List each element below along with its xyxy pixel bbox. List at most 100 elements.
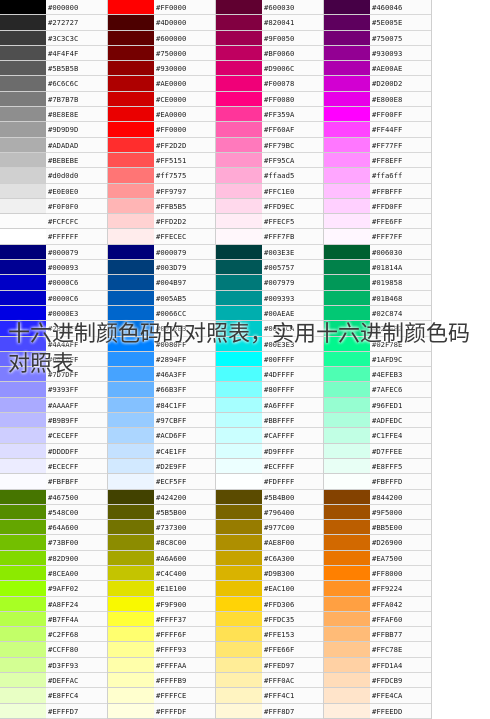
color-code-label: #FF8000: [370, 565, 431, 582]
color-code-label: #ECF5FF: [154, 474, 215, 490]
color-code-label: #64A600: [46, 520, 107, 536]
color-code-label: #ff7575: [154, 168, 215, 184]
color-code-label: #A6A600: [154, 550, 215, 566]
color-cell: #FFF8D7: [216, 703, 324, 719]
color-cell: #5E005E: [324, 15, 432, 31]
color-swatch: [0, 76, 46, 92]
color-swatch: [216, 229, 262, 245]
color-swatch: [216, 642, 262, 658]
color-code-label: #FFBB77: [370, 627, 431, 643]
color-code-label: #EA0000: [154, 107, 215, 123]
color-code-label: #FFA042: [370, 596, 431, 612]
color-cell: #FFC78E: [324, 642, 432, 658]
color-code-label: #C4E1FF: [154, 443, 215, 459]
color-cell: #BBFFFF: [216, 413, 324, 429]
color-swatch: [0, 382, 46, 398]
color-code-label: #796400: [262, 504, 323, 521]
color-cell: #8CEA00: [0, 565, 108, 582]
color-cell: #D200D2: [324, 76, 432, 92]
color-cell: #FFFFB9: [108, 673, 216, 689]
color-swatch: [216, 244, 262, 261]
color-code-label: #BEBEBE: [46, 152, 107, 169]
color-code-label: #B9B9FF: [46, 413, 107, 429]
color-swatch: [324, 45, 370, 62]
color-cell: #005AB5: [108, 290, 216, 306]
color-code-label: #A6FFFF: [262, 397, 323, 414]
color-code-label: #009393: [262, 290, 323, 306]
color-cell: #E800E8: [324, 91, 432, 108]
color-code-label: #844200: [370, 489, 431, 505]
color-cell: #CECEFF: [0, 428, 108, 444]
color-swatch: [216, 627, 262, 643]
color-code-label: #FFF7FF: [370, 229, 431, 245]
color-code-label: #01B468: [370, 290, 431, 306]
color-cell: #FFA042: [324, 596, 432, 612]
color-code-label: #D9B300: [262, 565, 323, 582]
table-row: #ECECFF #D2E9FF #ECFFFF #E8FFF5: [0, 458, 490, 475]
color-swatch: [0, 168, 46, 184]
color-swatch: [108, 107, 154, 123]
color-cell: #FF0000: [108, 0, 216, 16]
color-swatch: [108, 76, 154, 92]
color-cell: #96FED1: [324, 397, 432, 414]
color-cell: #84C1FF: [108, 397, 216, 414]
color-code-label: #BB5E00: [370, 520, 431, 536]
color-cell: #66B3FF: [108, 382, 216, 398]
color-code-label: #FF60AF: [262, 122, 323, 138]
color-code-label: #CECEFF: [46, 428, 107, 444]
color-code-label: #750075: [370, 30, 431, 46]
color-code-label: #FF0000: [154, 0, 215, 16]
table-row: #CECEFF #ACD6FF #CAFFFF #C1FFE4: [0, 428, 490, 444]
color-code-label: #FF9797: [154, 183, 215, 199]
color-code-label: #FFD306: [262, 596, 323, 612]
color-cell: #B9B9FF: [0, 413, 108, 429]
color-swatch: [216, 76, 262, 92]
color-cell: #E1E100: [108, 581, 216, 597]
color-code-label: #C4C400: [154, 565, 215, 582]
color-swatch: [108, 45, 154, 62]
color-swatch: [324, 520, 370, 536]
color-swatch: [216, 91, 262, 108]
color-swatch: [324, 290, 370, 306]
color-code-label: #CCFF80: [46, 642, 107, 658]
color-swatch: [0, 137, 46, 153]
color-swatch: [216, 565, 262, 582]
color-swatch: [0, 107, 46, 123]
color-cell: #FFD1A4: [324, 657, 432, 674]
color-code-label: #0000E3: [46, 305, 107, 322]
color-swatch: [108, 428, 154, 444]
color-code-label: #01814A: [370, 260, 431, 276]
color-swatch: [216, 413, 262, 429]
color-swatch: [0, 520, 46, 536]
color-code-label: #820041: [262, 15, 323, 31]
color-cell: #F9F900: [108, 596, 216, 612]
color-cell: #73BF00: [0, 535, 108, 551]
color-cell: #FFF7FF: [324, 229, 432, 245]
color-cell: #EA0000: [108, 107, 216, 123]
color-code-label: #E8FFC4: [46, 688, 107, 704]
color-swatch: [324, 596, 370, 612]
color-cell: #FF60AF: [216, 122, 324, 138]
color-code-label: #9F5000: [370, 504, 431, 521]
color-code-label: #000000: [46, 0, 107, 16]
color-cell: #ADADAD: [0, 137, 108, 153]
color-cell: #9393FF: [0, 382, 108, 398]
color-code-label: #FFFF93: [154, 642, 215, 658]
color-swatch: [108, 15, 154, 31]
color-swatch: [216, 474, 262, 490]
color-code-label: #FFE6FF: [370, 214, 431, 230]
color-swatch: [324, 443, 370, 459]
color-cell: #D9FFFF: [216, 443, 324, 459]
color-code-label: #84C1FF: [154, 397, 215, 414]
color-code-label: #FF00FF: [370, 107, 431, 123]
color-swatch: [0, 91, 46, 108]
color-cell: #FFFF37: [108, 611, 216, 628]
table-row: #000093 #003D79 #005757 #01814A: [0, 260, 490, 276]
table-row: #9AFF02 #E1E100 #EAC100 #FF9224: [0, 581, 490, 597]
color-cell: #A6FFFF: [216, 397, 324, 414]
color-swatch: [216, 15, 262, 31]
color-cell: #5B5B00: [108, 504, 216, 521]
color-swatch: [216, 703, 262, 719]
color-swatch: [0, 550, 46, 566]
color-cell: #003E3E: [216, 244, 324, 261]
